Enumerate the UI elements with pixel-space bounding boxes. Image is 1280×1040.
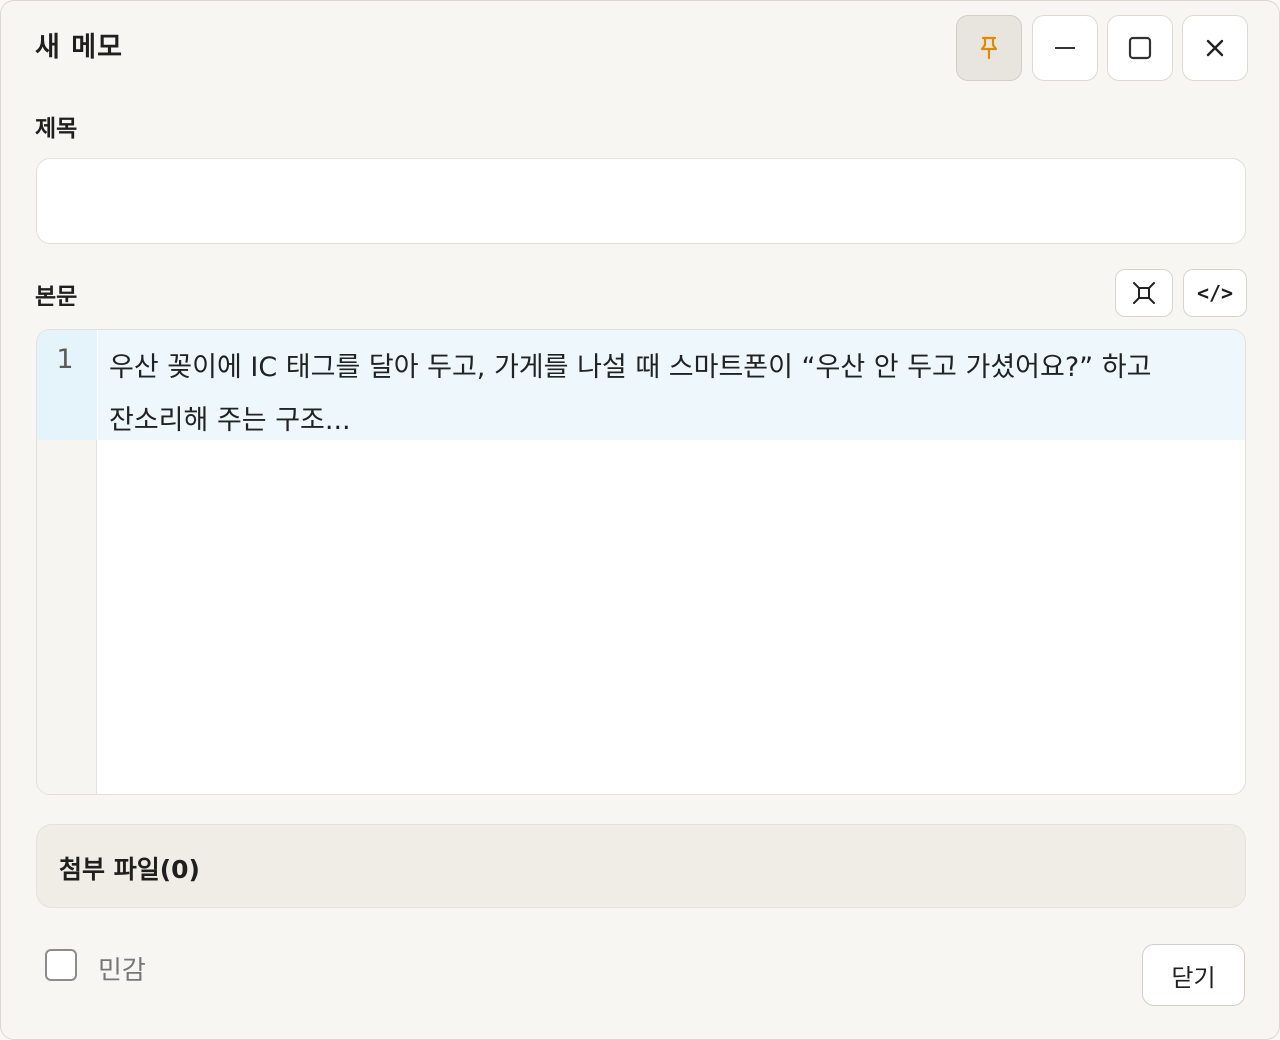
- expand-icon: [1133, 282, 1155, 304]
- memo-window: 새 메모 제목 본문 </> 1 우산 꽂이에 IC 태그를 달아 두고, 가게…: [0, 0, 1280, 1040]
- minimize-button[interactable]: [1032, 15, 1098, 81]
- code-icon: </>: [1196, 281, 1234, 305]
- pin-icon: [980, 36, 998, 60]
- window-close-button[interactable]: [1182, 15, 1248, 81]
- minimize-icon: [1055, 47, 1075, 49]
- code-view-button[interactable]: </>: [1183, 269, 1247, 317]
- sensitive-checkbox[interactable]: [45, 949, 77, 981]
- maximize-icon: [1128, 36, 1152, 60]
- close-icon: [1206, 39, 1224, 57]
- pin-button[interactable]: [956, 15, 1022, 81]
- body-label: 본문: [35, 284, 78, 310]
- attachments-section[interactable]: 첨부 파일(0): [36, 824, 1246, 908]
- title-input[interactable]: [36, 158, 1246, 244]
- title-label: 제목: [35, 116, 78, 142]
- line-number: 1: [56, 344, 74, 375]
- body-editor[interactable]: 1 우산 꽂이에 IC 태그를 달아 두고, 가게를 나설 때 스마트폰이 “우…: [36, 329, 1246, 795]
- sensitive-label: 민감: [98, 956, 146, 986]
- window-title: 새 메모: [35, 32, 123, 63]
- editor-line[interactable]: 우산 꽂이에 IC 태그를 달아 두고, 가게를 나설 때 스마트폰이 “우산 …: [109, 341, 1239, 447]
- close-button[interactable]: 닫기: [1142, 944, 1245, 1006]
- maximize-button[interactable]: [1107, 15, 1173, 81]
- expand-button[interactable]: [1115, 269, 1173, 317]
- attachments-label: 첨부 파일(0): [59, 855, 200, 884]
